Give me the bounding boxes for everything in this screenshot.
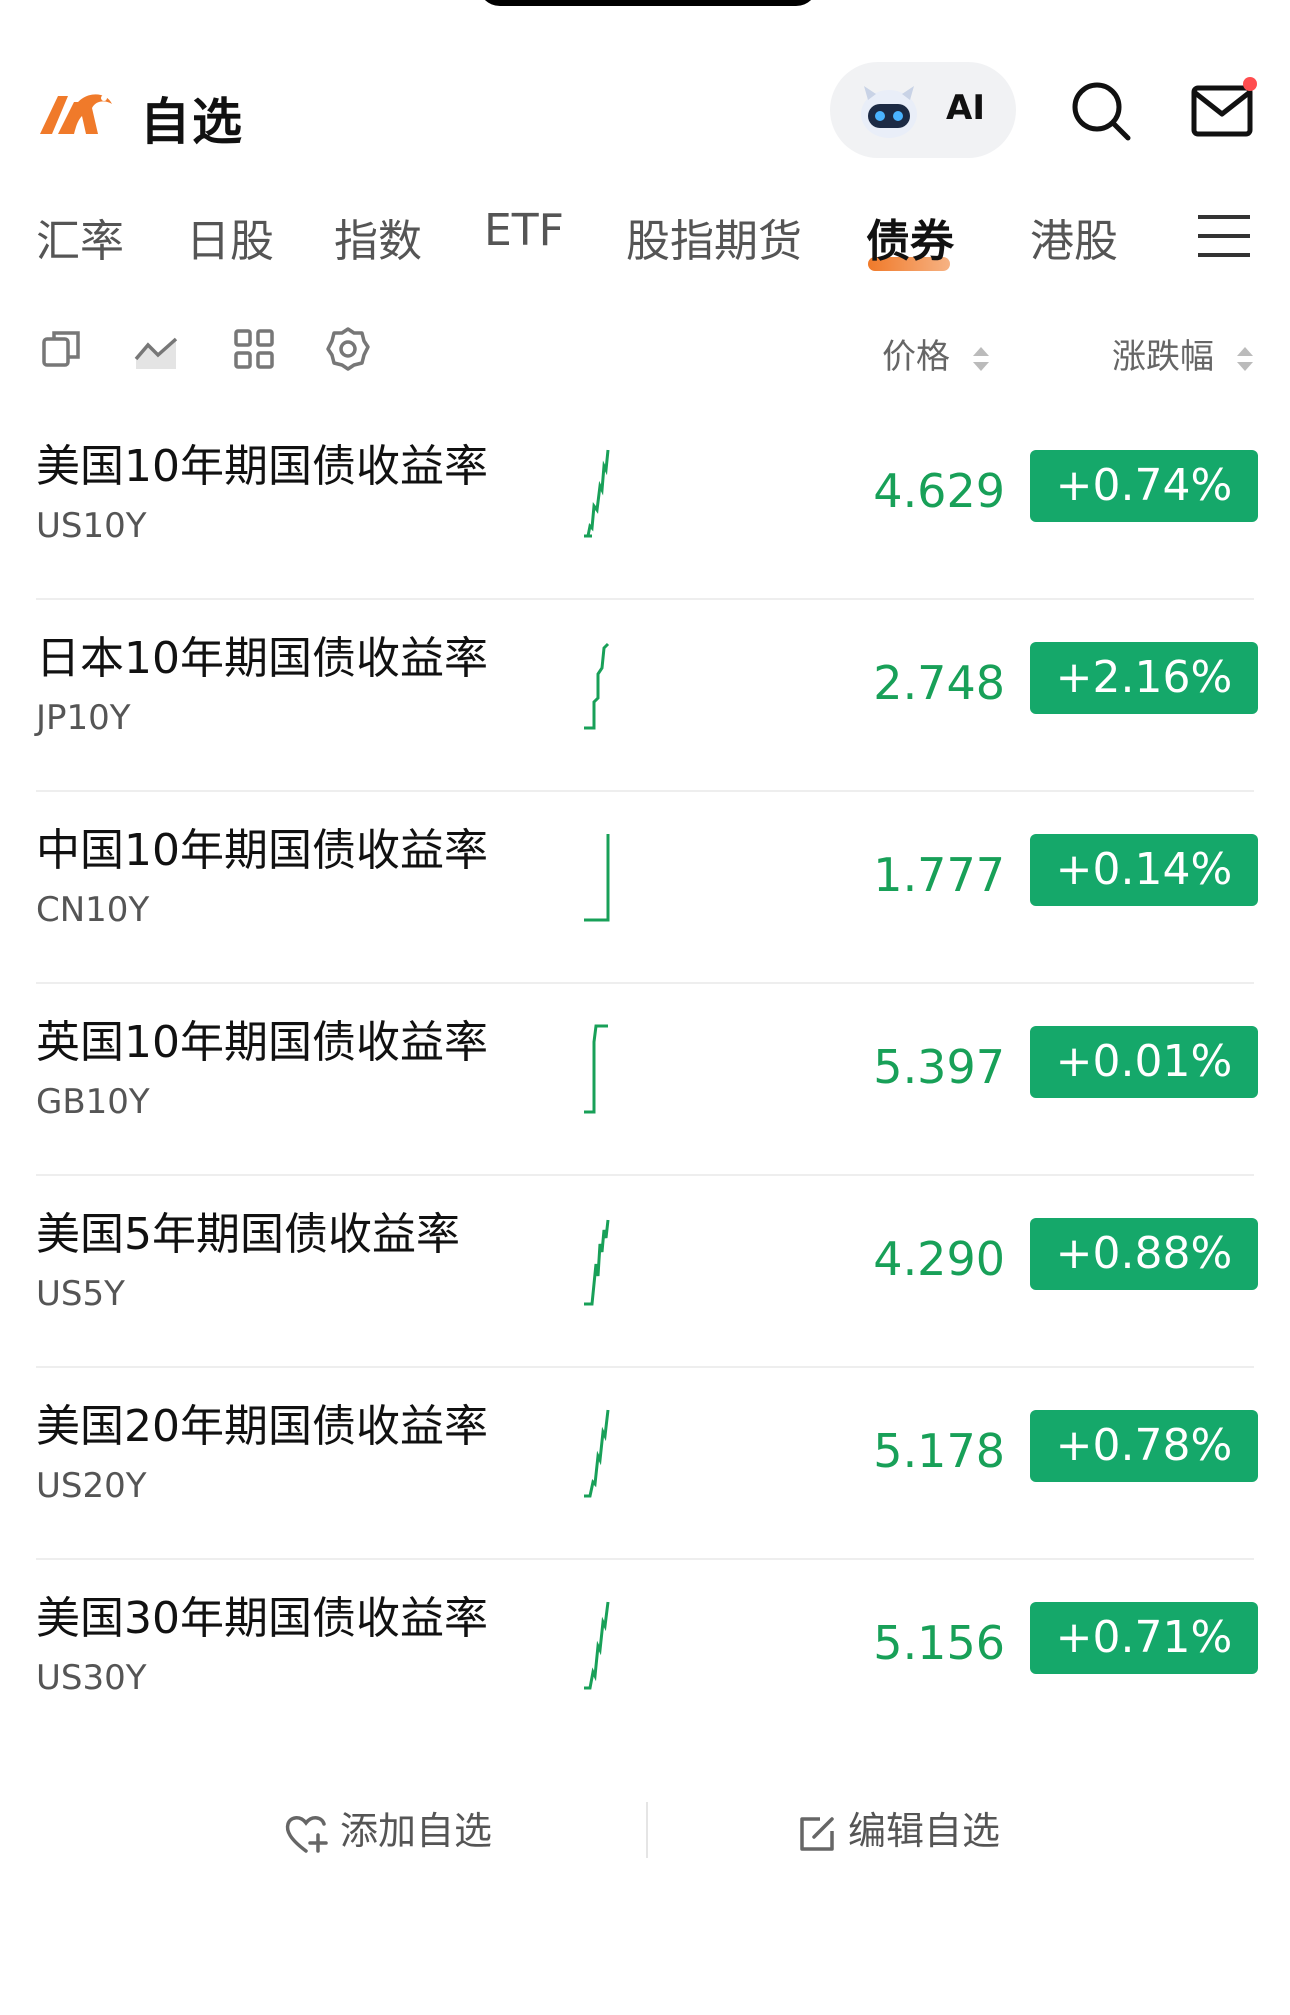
bond-code: CN10Y [36,890,150,930]
change-badge[interactable]: +0.01% [1030,1026,1258,1098]
robot-icon [861,86,917,138]
list-item[interactable]: 美国30年期国债收益率 US30Y 5.156 +0.71% [0,1560,1290,1752]
search-icon[interactable] [1068,78,1134,144]
change-header-label: 涨跌幅 [1112,337,1214,377]
price-value: 5.397 [873,1040,1005,1094]
edit-icon [800,1816,834,1851]
change-badge[interactable]: +0.78% [1030,1410,1258,1482]
sparkline [584,1409,610,1498]
sparkline [584,449,610,538]
grid-icon[interactable] [230,325,278,373]
tab-forex[interactable]: 汇率 [36,205,124,269]
tab-indices[interactable]: 指数 [334,205,422,269]
device-notch [478,0,818,6]
change-badge[interactable]: +0.88% [1030,1218,1258,1290]
tab-japan-stocks[interactable]: 日股 [186,205,274,269]
sparkline [584,1219,610,1306]
mail-icon[interactable] [1188,74,1258,144]
ai-label: AI [946,88,985,128]
bottom-divider [646,1802,648,1858]
add-watchlist-label: 添加自选 [340,1809,493,1853]
bond-list: 美国10年期国债收益率 US10Y 4.629 +0.74% 日本10年期国债收… [0,408,1290,1752]
price-header-label: 价格 [882,337,950,377]
change-badge[interactable]: +0.74% [1030,450,1258,522]
price-value: 5.156 [873,1616,1005,1670]
settings-icon[interactable] [324,325,372,373]
price-value: 4.290 [873,1232,1005,1286]
ai-assistant-button[interactable]: AI [830,62,1016,158]
bond-code: US20Y [36,1466,147,1506]
edit-watchlist-button[interactable]: 编辑自选 [796,1800,1000,1860]
chart-icon[interactable] [132,325,180,373]
sparkline [584,1024,608,1114]
price-value: 5.178 [873,1424,1005,1478]
bond-code: US30Y [36,1658,147,1698]
category-tabs: 汇率 日股 指数 ETF 股指期货 债券 港股 [0,205,1290,275]
bond-name: 美国20年期国债收益率 [36,1401,488,1452]
change-badge[interactable]: +0.71% [1030,1602,1258,1674]
sparkline [584,1601,610,1690]
edit-watchlist-label: 编辑自选 [848,1809,1001,1853]
tab-etf[interactable]: ETF [484,205,564,256]
change-badge[interactable]: +0.14% [1030,834,1258,906]
bond-code: US10Y [36,506,147,546]
list-item[interactable]: 中国10年期国债收益率 CN10Y 1.777 +0.14% [0,792,1290,984]
list-toolbar: 价格 涨跌幅 [0,325,1290,385]
copy-icon[interactable] [38,325,86,373]
list-item[interactable]: 美国10年期国债收益率 US10Y 4.629 +0.74% [0,408,1290,600]
bond-name: 美国5年期国债收益率 [36,1209,460,1260]
bond-code: JP10Y [36,698,131,738]
tab-index-futures[interactable]: 股指期货 [626,205,802,269]
bond-name: 日本10年期国债收益率 [36,633,488,684]
add-watchlist-button[interactable]: 添加自选 [284,1800,492,1860]
bond-code: GB10Y [36,1082,150,1122]
app-logo-icon[interactable] [36,82,116,142]
list-item[interactable]: 英国10年期国债收益率 GB10Y 5.397 +0.01% [0,984,1290,1176]
price-value: 2.748 [873,656,1005,710]
tab-bonds[interactable]: 债券 [866,205,954,269]
header: 自选 AI [0,60,1290,170]
sort-icon [1236,346,1253,371]
notification-dot [1243,77,1257,91]
list-item[interactable]: 美国20年期国债收益率 US20Y 5.178 +0.78% [0,1368,1290,1560]
bond-name: 中国10年期国债收益率 [36,825,488,876]
tab-hk-stocks[interactable]: 港股 [1030,205,1118,269]
list-item[interactable]: 美国5年期国债收益率 US5Y 4.290 +0.88% [0,1176,1290,1368]
change-column-header[interactable]: 涨跌幅 [1112,329,1255,378]
change-badge[interactable]: +2.16% [1030,642,1258,714]
bond-name: 英国10年期国债收益率 [36,1017,488,1068]
sparkline [584,834,610,922]
bond-name: 美国10年期国债收益率 [36,441,488,492]
bond-name: 美国30年期国债收益率 [36,1593,488,1644]
menu-icon[interactable] [1196,213,1252,259]
bond-code: US5Y [36,1274,125,1314]
price-value: 1.777 [873,848,1005,902]
page-title: 自选 [140,93,244,151]
price-value: 4.629 [873,464,1005,518]
sparkline [584,642,610,730]
heart-plus-icon [285,1815,328,1853]
bottom-actions: 添加自选 编辑自选 [0,1790,1290,1870]
price-column-header[interactable]: 价格 [882,329,991,378]
sort-icon [972,346,989,371]
list-item[interactable]: 日本10年期国债收益率 JP10Y 2.748 +2.16% [0,600,1290,792]
